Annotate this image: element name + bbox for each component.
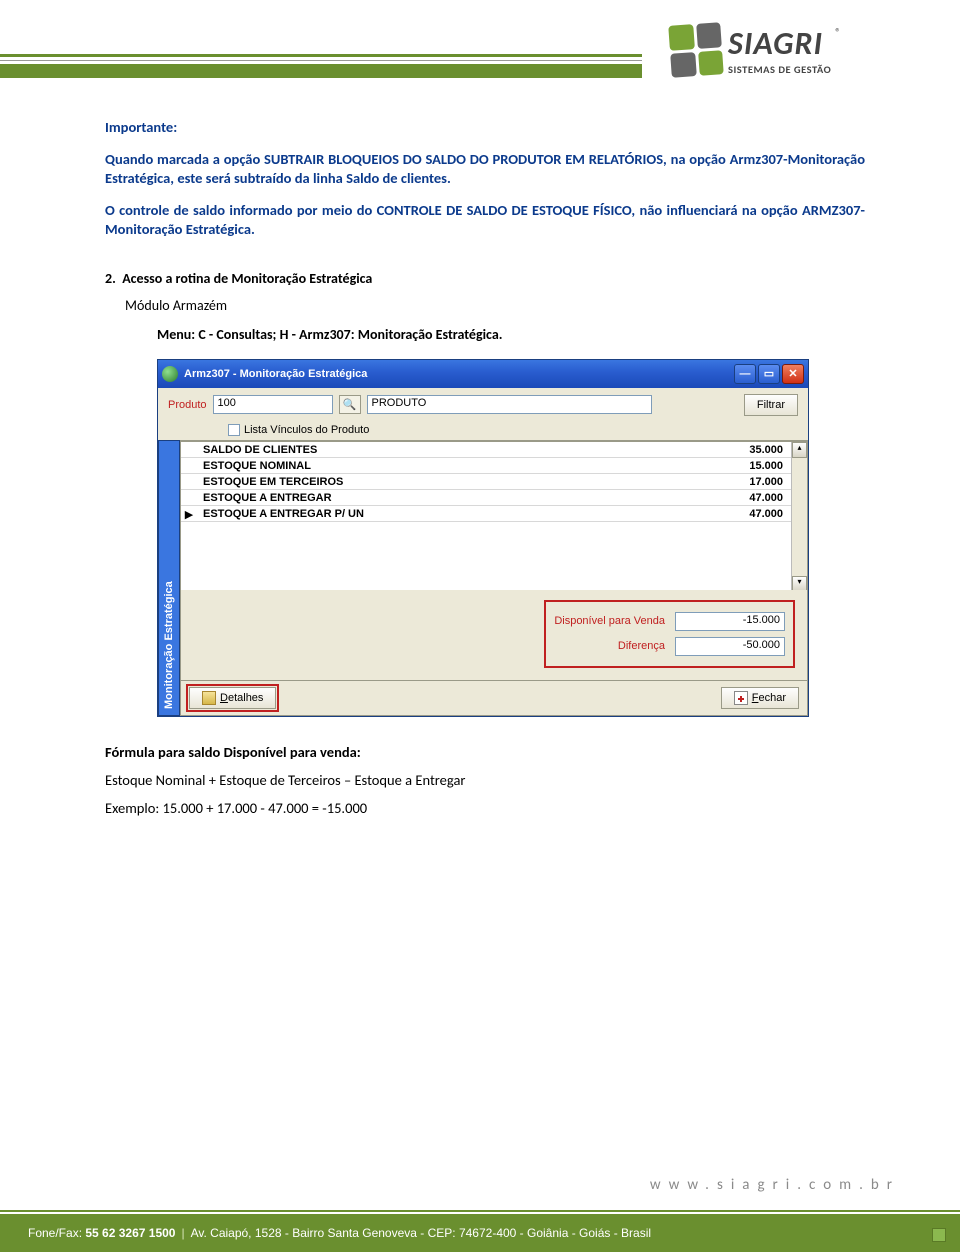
section-heading: 2. Acesso a rotina de Monitoração Estrat…	[105, 270, 865, 287]
fechar-button[interactable]: Fechar	[721, 687, 799, 709]
diferenca-label: Diferença	[554, 640, 665, 652]
maximize-button[interactable]: ▭	[758, 364, 780, 384]
formula-text: Estoque Nominal + Estoque de Terceiros –…	[105, 771, 865, 789]
module-line: Módulo Armazém	[125, 297, 865, 314]
lista-vinculos-label: Lista Vínculos do Produto	[244, 424, 369, 436]
produto-input[interactable]: 100	[213, 395, 333, 414]
logo-subtitle: SISTEMAS DE GESTÃO	[728, 63, 831, 76]
lista-vinculos-checkbox[interactable]	[228, 424, 240, 436]
registered-mark: ®	[835, 26, 841, 39]
filtrar-button[interactable]: Filtrar	[744, 394, 798, 416]
grid-scrollbar[interactable]: ▴ ▾	[791, 442, 807, 590]
important-paragraph-1: Quando marcada a opção SUBTRAIR BLOQUEIO…	[105, 150, 865, 189]
close-button[interactable]: ✕	[782, 364, 804, 384]
footer-band: Fone/Fax: 55 62 3267 1500 | Av. Caiapó, …	[0, 1214, 960, 1252]
scroll-up-icon[interactable]: ▴	[792, 442, 807, 458]
table-row: ESTOQUE A ENTREGAR47.000	[181, 490, 791, 506]
close-icon	[734, 691, 748, 705]
logo-mark-icon	[668, 22, 724, 78]
header-accent-bar	[0, 54, 642, 57]
app-window: Armz307 - Monitoração Estratégica — ▭ ✕ …	[157, 359, 809, 717]
window-titlebar: Armz307 - Monitoração Estratégica — ▭ ✕	[158, 360, 808, 388]
footer-divider	[0, 1210, 960, 1212]
table-row: ESTOQUE A ENTREGAR P/ UN47.000	[181, 506, 791, 522]
logo-name: SIAGRI	[728, 24, 831, 63]
produto-label: Produto	[168, 399, 207, 411]
produto-name-field[interactable]: PRODUTO	[367, 395, 652, 414]
window-title: Armz307 - Monitoração Estratégica	[184, 368, 734, 380]
side-tab[interactable]: Monitoração Estratégica	[158, 440, 180, 716]
footer-url: www.siagri.com.br	[650, 1176, 900, 1194]
app-icon	[162, 366, 178, 382]
lookup-button[interactable]: 🔍	[339, 395, 361, 414]
menu-line: Menu: C - Consultas; H - Armz307: Monito…	[157, 326, 865, 343]
scroll-down-icon[interactable]: ▾	[792, 576, 807, 590]
formula-example: Exemplo: 15.000 + 17.000 - 47.000 = -15.…	[105, 799, 865, 817]
table-row: ESTOQUE EM TERCEIROS17.000	[181, 474, 791, 490]
data-grid[interactable]: SALDO DE CLIENTES35.000 ESTOQUE NOMINAL1…	[180, 440, 808, 590]
minimize-button[interactable]: —	[734, 364, 756, 384]
header-band	[0, 64, 642, 78]
summary-highlight-box: Disponível para Venda -15.000 Diferença …	[544, 600, 795, 668]
detalhes-button[interactable]: Detalhes	[189, 687, 276, 709]
footer-phone-label: Fone/Fax:	[28, 1226, 82, 1240]
brand-logo: SIAGRI SISTEMAS DE GESTÃO ®	[670, 20, 910, 80]
table-row: SALDO DE CLIENTES35.000	[181, 442, 791, 458]
footer-ornament-icon	[932, 1228, 946, 1242]
search-icon: 🔍	[343, 398, 357, 411]
important-label: Importante:	[105, 118, 865, 138]
current-row-marker-icon: ▶	[183, 508, 195, 521]
details-icon	[202, 691, 216, 705]
important-paragraph-2: O controle de saldo informado por meio d…	[105, 201, 865, 240]
table-row: ESTOQUE NOMINAL15.000	[181, 458, 791, 474]
footer-phone: 55 62 3267 1500	[85, 1226, 175, 1240]
summary-panel: Disponível para Venda -15.000 Diferença …	[180, 590, 808, 681]
formula-heading: Fórmula para saldo Disponível para venda…	[105, 743, 865, 761]
footer-address: Av. Caiapó, 1528 - Bairro Santa Genoveva…	[191, 1226, 651, 1240]
disponivel-label: Disponível para Venda	[554, 615, 665, 627]
diferenca-value: -50.000	[675, 637, 785, 656]
disponivel-value: -15.000	[675, 612, 785, 631]
header-divider	[0, 60, 642, 61]
